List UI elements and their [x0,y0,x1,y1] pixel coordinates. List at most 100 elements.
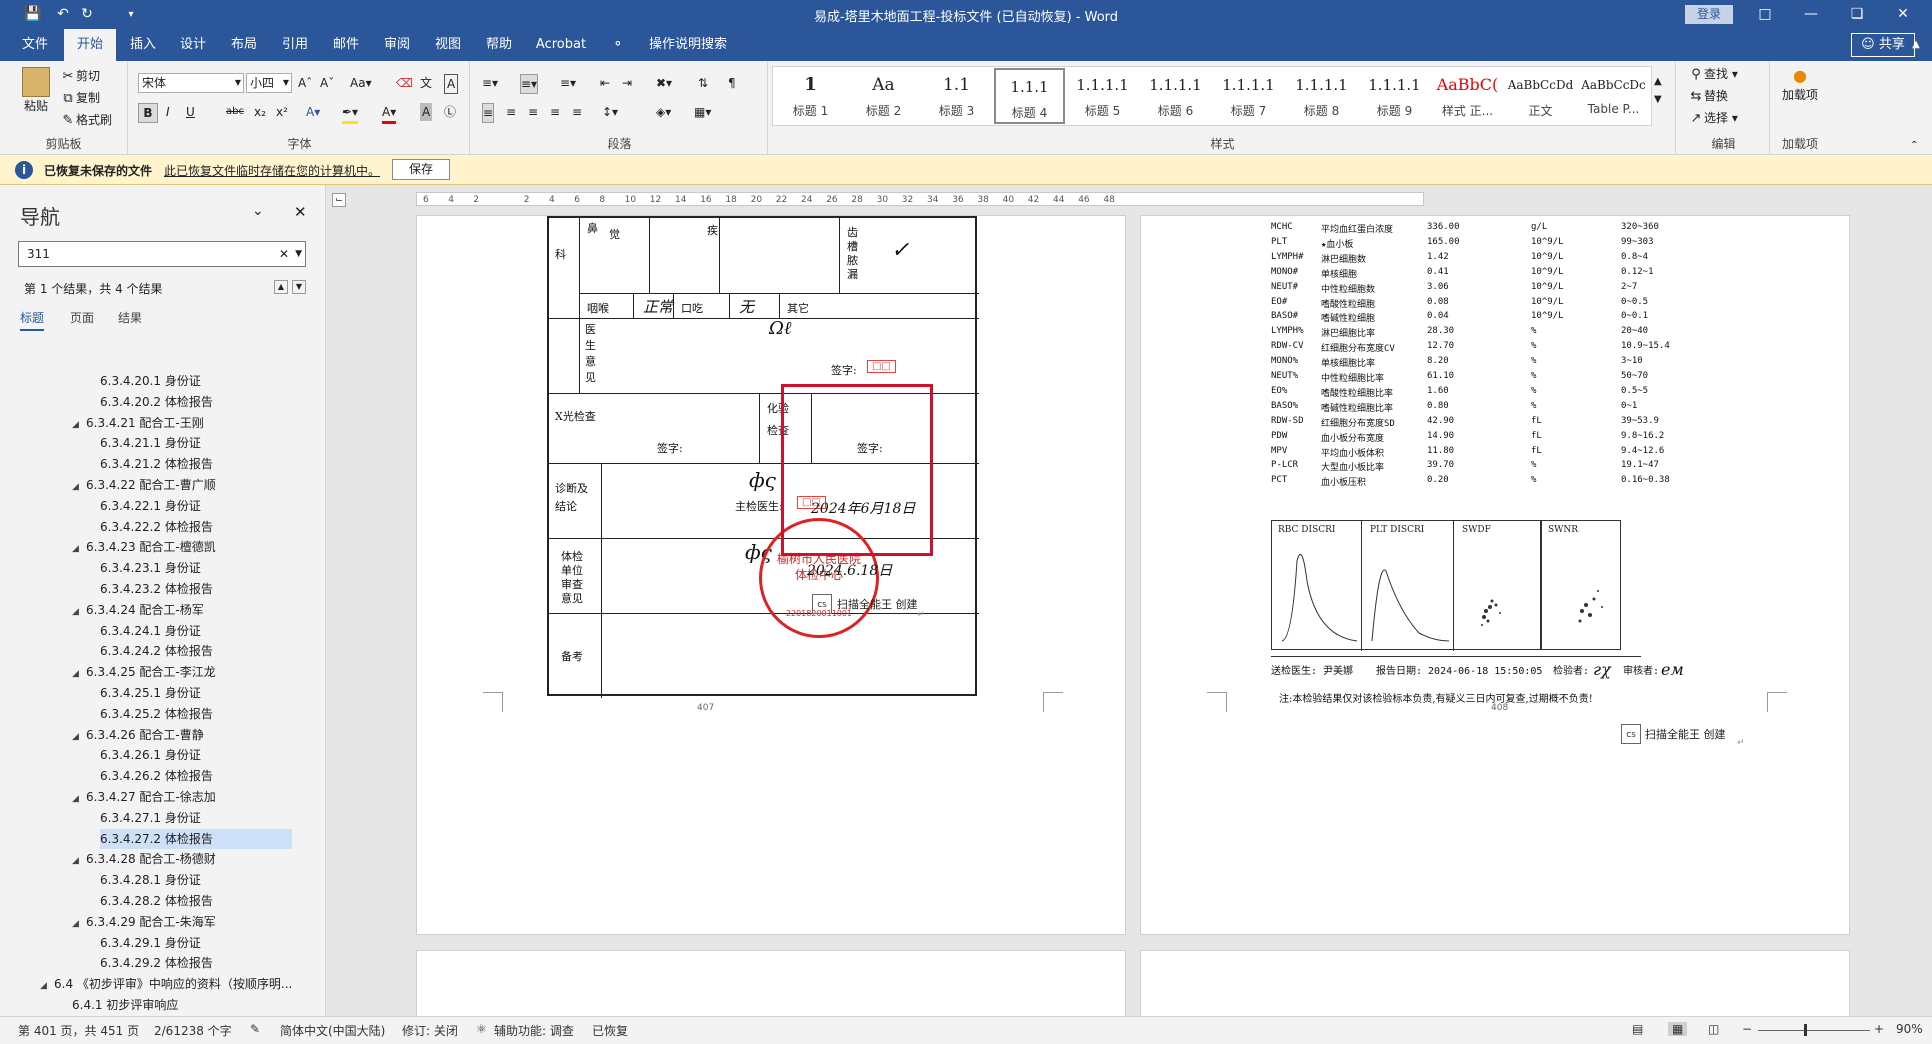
ribbon-display-icon[interactable]: □ [1742,0,1788,29]
expand-triangle-icon[interactable]: ◢ [72,539,86,559]
login-button[interactable]: 登录 [1685,5,1733,24]
styles-more-icon[interactable]: ▲ ▼ [1654,73,1662,109]
char-shading-icon[interactable]: A [420,103,433,121]
enclose-char-icon[interactable]: Ⓛ [444,103,456,121]
find-button[interactable]: ⚲ 查找 ▾ [1688,65,1738,83]
phonetic-icon[interactable]: 文 [420,74,432,92]
line-spacing-icon[interactable]: ↕▾ [602,103,618,121]
search-options-icon[interactable]: ▼ [295,242,302,266]
prev-result-icon[interactable]: ▲ [274,280,288,294]
style-heading-7[interactable]: 1.1.1.1 标题 7 [1213,68,1284,124]
nav-tab-headings[interactable]: 标题 [20,309,45,331]
nav-tree-item[interactable]: 6.3.4.23.2 体检报告 [100,579,213,599]
nav-tree-item[interactable]: ◢ 6.3.4.22 配合工-曹广顺 [72,475,216,495]
nav-tree-item[interactable]: 6.3.4.28.2 体检报告 [100,891,213,911]
page-408[interactable]: MCHC 平均血红蛋白浓度 336.00 g/L 320~360 PLT ★血小板 165.0… [1140,215,1850,935]
addins-button[interactable]: ● 加载项 [1780,67,1820,104]
nav-tree-item[interactable]: 6.3.4.29.2 体检报告 [100,953,213,973]
zoom-slider[interactable] [1758,1030,1870,1031]
font-size-select[interactable]: 小四 ▼ [246,73,292,93]
clear-format-icon[interactable]: ⌫ [396,74,413,92]
strikethrough-button[interactable]: abc [226,103,244,121]
tab-acrobat[interactable]: Acrobat [528,29,594,61]
nav-tree-item[interactable]: 6.3.4.21.1 身份证 [100,433,201,453]
expand-triangle-icon[interactable]: ◢ [72,789,86,809]
tab-file[interactable]: 文件 [10,29,60,61]
text-effect-icon[interactable]: A▾ [306,103,320,121]
expand-triangle-icon[interactable]: ◢ [40,976,54,996]
tab-home[interactable]: 开始 [64,29,116,61]
nav-tree-item[interactable]: 6.3.4.22.1 身份证 [100,496,201,516]
nav-tree-item[interactable]: 6.4.1 初步评审响应 [72,995,178,1015]
copy-button[interactable]: ⧉ 复制 [60,89,100,107]
tab-view[interactable]: 视图 [423,29,473,61]
char-border-icon[interactable]: A [444,74,459,94]
infobar-save-button[interactable]: 保存 [392,159,450,180]
web-layout-icon[interactable]: ◫ [1708,1022,1719,1036]
style-heading-3[interactable]: 1.1 标题 3 [921,68,992,124]
nav-tree-item[interactable]: 6.3.4.22.2 体检报告 [100,517,213,537]
status-language[interactable]: 简体中文(中国大陆) [280,1022,385,1039]
nav-tree-item[interactable]: 6.3.4.25.1 身份证 [100,683,201,703]
next-result-icon[interactable]: ▼ [292,280,306,294]
document-area[interactable]: 鼻 觉 疾 齿槽脓漏 科 ✓ 咽喉 正常 口吃 无 其它 医生意见 Ωℓ 签字:… [326,215,1932,1016]
page-410[interactable] [1140,950,1850,1016]
multilevel-icon[interactable]: ≡▾ [560,74,576,92]
page-407[interactable]: 鼻 觉 疾 齿槽脓漏 科 ✓ 咽喉 正常 口吃 无 其它 医生意见 Ωℓ 签字:… [416,215,1126,935]
nav-tree-item[interactable]: ◢ 6.3.4.29 配合工-朱海军 [72,912,216,932]
collapse-icon[interactable]: ⌃ [1910,137,1918,155]
align-right-icon[interactable]: ≡ [528,103,538,121]
nav-tree-item[interactable]: 6.3.4.25.2 体检报告 [100,704,213,724]
expand-triangle-icon[interactable]: ◢ [72,851,86,871]
numbering-icon[interactable]: ≡▾ [520,74,539,94]
clear-search-icon[interactable]: ✕ [279,242,289,266]
proofing-icon[interactable]: ✎ [250,1022,260,1036]
nav-tree-item[interactable]: 6.3.4.23.1 身份证 [100,558,201,578]
style-heading-5[interactable]: 1.1.1.1 标题 5 [1067,68,1138,124]
borders-icon[interactable]: ▦▾ [694,103,711,121]
nav-tree-item[interactable]: 6.3.4.20.2 体检报告 [100,392,213,412]
format-painter-button[interactable]: ✎ 格式刷 [60,111,112,129]
chevron-down-icon[interactable]: ⌄ [252,203,264,219]
status-page[interactable]: 第 401 页，共 451 页 [18,1022,139,1039]
paste-button[interactable]: 粘贴 [18,67,54,115]
zoom-thumb[interactable] [1804,1024,1807,1036]
nav-tree-item[interactable]: ◢ 6.3.4.23 配合工-檀德凯 [72,537,216,557]
nav-tree-item[interactable]: 6.3.4.27.1 身份证 [100,808,201,828]
style-custom[interactable]: AaBbC(样式 正... [1432,68,1503,124]
tell-me-search[interactable]: 操作说明搜索 [634,29,742,61]
vertical-scrollbar[interactable] [1916,215,1932,1016]
nav-tab-pages[interactable]: 页面 [70,309,94,326]
nav-tree-item[interactable]: 6.3.4.27.2 体检报告 [100,828,292,849]
nav-tree-item[interactable]: ◢ 6.3.4.26 配合工-曹静 [72,725,204,745]
justify-icon[interactable]: ≡ [550,103,560,121]
change-case-icon[interactable]: Aa▾ [350,74,372,92]
expand-triangle-icon[interactable]: ◢ [72,914,86,934]
select-button[interactable]: ↗ 选择 ▾ [1688,109,1738,127]
collapse-ribbon-icon[interactable]: ▲ [1905,29,1927,61]
style-heading-2[interactable]: Aa 标题 2 [848,68,919,124]
nav-tree-item[interactable]: ◢ 6.4 《初步评审》中响应的资料（按顺序明... [40,974,292,994]
page-409[interactable] [416,950,1126,1016]
print-layout-icon[interactable]: ▦ [1668,1022,1688,1036]
style-heading-4[interactable]: 1.1.1 标题 4 [994,68,1065,124]
cut-button[interactable]: ✂ 剪切 [60,67,100,85]
infobar-message[interactable]: 此已恢复文件临时存储在您的计算机中。 [164,162,380,179]
expand-triangle-icon[interactable]: ◢ [72,477,86,497]
nav-tree-item[interactable]: 6.3.4.28.1 身份证 [100,870,201,890]
tab-references[interactable]: 引用 [270,29,320,61]
close-icon[interactable]: ✕ [294,203,307,221]
nav-tree-item[interactable]: 6.3.4.20.1 身份证 [100,371,201,391]
search-input[interactable]: 311 ✕ ▼ [18,241,306,267]
read-mode-icon[interactable]: ▤ [1632,1022,1643,1036]
show-marks-icon[interactable]: ¶ [728,74,736,92]
tab-selector-icon[interactable]: ⌙ [332,193,346,207]
zoom-in-icon[interactable]: + [1874,1022,1884,1036]
nav-tree-item[interactable]: 6.3.4.24.2 体检报告 [100,641,213,661]
tab-design[interactable]: 设计 [168,29,218,61]
style-heading-8[interactable]: 1.1.1.1 标题 8 [1286,68,1357,124]
tab-layout[interactable]: 布局 [219,29,269,61]
nav-tree-item[interactable]: 6.3.4.29.1 身份证 [100,933,201,953]
zoom-out-icon[interactable]: − [1742,1022,1752,1036]
nav-tree-item[interactable]: ◢ 6.3.4.25 配合工-李江龙 [72,662,216,682]
